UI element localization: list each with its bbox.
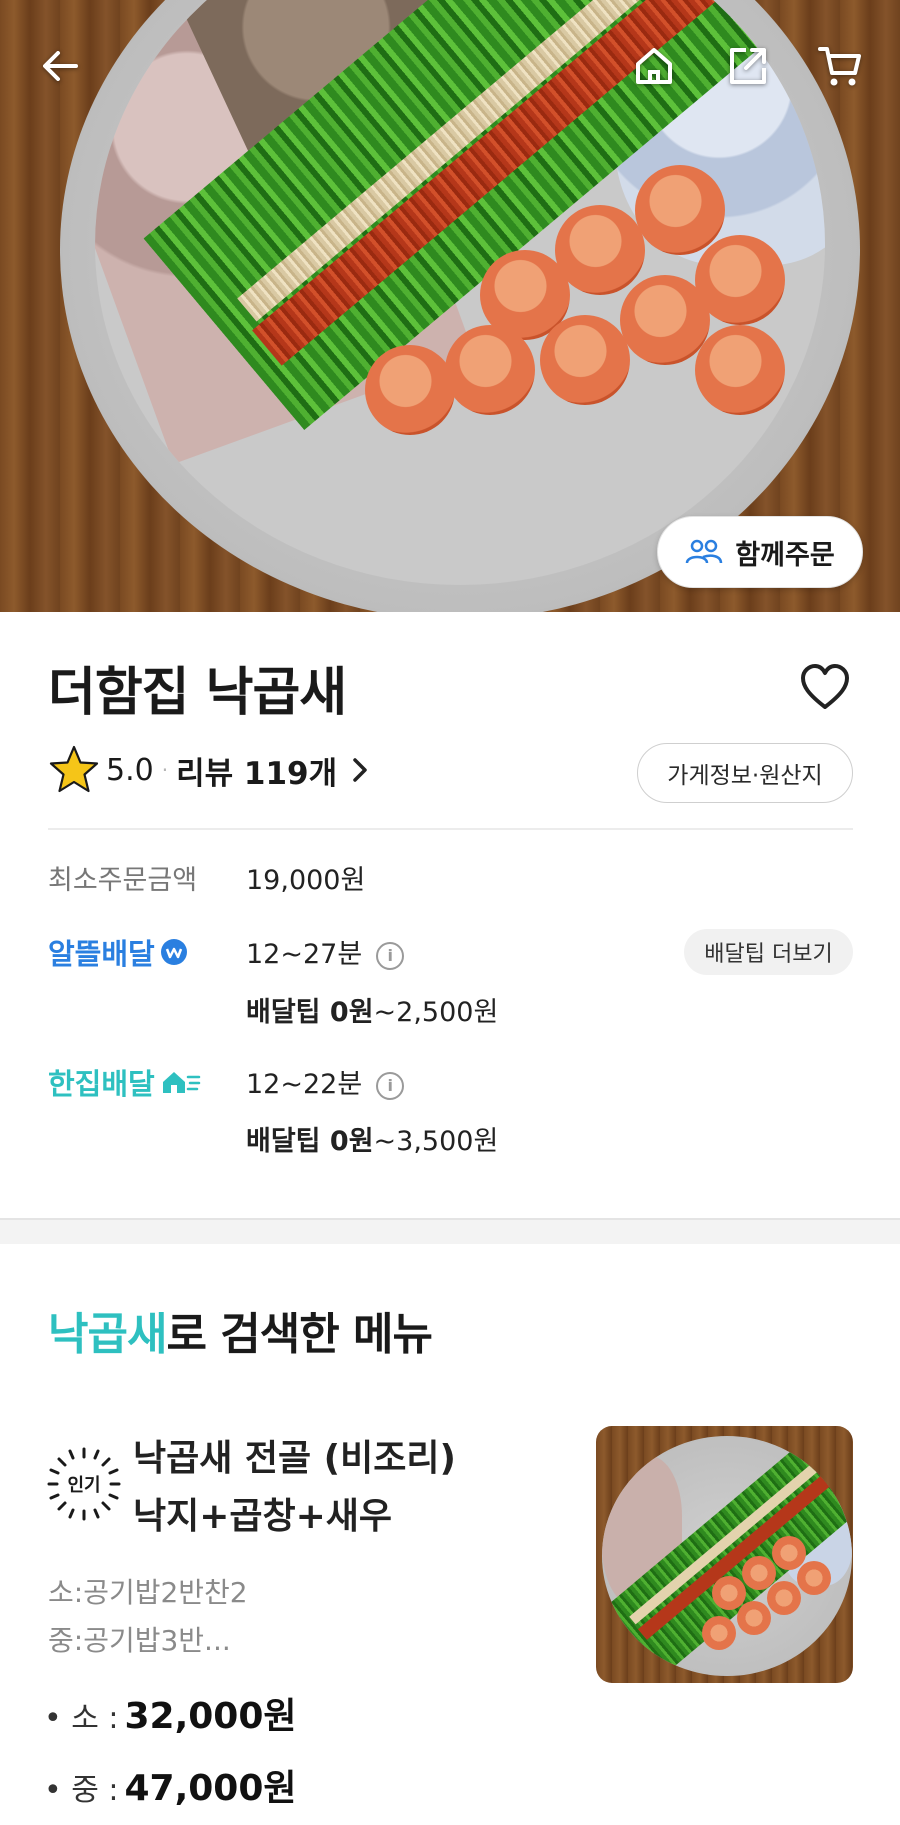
share-icon [730, 48, 766, 84]
cart-button[interactable] [810, 36, 870, 96]
menu-item-name[interactable]: 낙곱새 전골 (비조리) 낙지+곱창+새우 [133, 1430, 456, 1546]
price-size: • 소 : [44, 1701, 119, 1736]
separator-dot: · [161, 758, 169, 782]
section-divider [0, 1218, 900, 1244]
house-speed-icon [162, 1072, 200, 1093]
delivery-tip-free: 배달팁 0원 [246, 997, 374, 1028]
rating-score: 5.0 [106, 752, 154, 788]
menu-desc-line2: 중:공기밥3반... [48, 1624, 231, 1657]
heart-icon[interactable] [800, 663, 850, 711]
delivery-time: 12~27분 i [246, 932, 405, 971]
group-order-label: 함께주문 [735, 539, 835, 571]
delivery-brand-label: 알뜰배달 [48, 937, 155, 971]
price-size: • 중 : [44, 1773, 119, 1808]
delivery-time-value: 12~22분 [246, 1069, 363, 1100]
delivery-tip: 배달팁 0원~2,500원 [246, 990, 498, 1029]
menu-item-name-line1: 낙곱새 전골 (비조리) [133, 1438, 456, 1479]
menu-item-name-line2: 낙지+곱창+새우 [133, 1496, 393, 1537]
rating-row[interactable]: 5.0 · 리뷰 119개 [48, 745, 369, 795]
price-value: 32,000원 [124, 1696, 297, 1737]
thumbnail-food-image [602, 1436, 852, 1676]
price-row-small: • 소 : 32,000원 [44, 1687, 297, 1739]
delivery-tip-range: ~3,500원 [373, 1126, 499, 1157]
popular-badge-label: 인기 [67, 1475, 100, 1496]
home-icon [636, 48, 672, 84]
price-value: 47,000원 [124, 1768, 297, 1809]
popular-badge: 인기 [47, 1447, 121, 1521]
home-button[interactable] [624, 36, 684, 96]
group-order-button[interactable]: 함께주문 [657, 516, 863, 588]
delivery-brand-label: 한집배달 [48, 1067, 155, 1101]
review-count: 리뷰 119개 [176, 755, 338, 792]
chevron-right-icon [353, 758, 367, 782]
delivery-tip-free: 배달팁 0원 [246, 1126, 374, 1157]
section-title-rest: 로 검색한 메뉴 [166, 1309, 433, 1360]
cart-icon [818, 47, 861, 86]
delivery-tip: 배달팁 0원~3,500원 [246, 1119, 498, 1158]
min-order-label: 최소주문금액 [48, 865, 198, 896]
section-title-keyword: 낙곱새 [48, 1309, 167, 1360]
menu-item-thumbnail[interactable] [596, 1426, 853, 1683]
share-button[interactable] [718, 36, 778, 96]
section-title: 낙곱새로 검색한 메뉴 [48, 1298, 433, 1362]
price-row-medium: • 중 : 47,000원 [44, 1759, 297, 1811]
people-icon [686, 539, 723, 564]
store-info-button[interactable]: 가게정보·원산지 [637, 743, 853, 803]
delivery-time-value: 12~27분 [246, 939, 363, 970]
arrow-left-icon [43, 51, 78, 81]
delivery-time: 12~22분 i [246, 1062, 405, 1101]
delivery-brand-alddeul: 알뜰배달 [48, 931, 189, 973]
back-button[interactable] [30, 36, 90, 96]
divider [48, 828, 853, 830]
hero-image: 함께주문 [0, 0, 900, 612]
info-icon[interactable]: i [376, 941, 405, 970]
delivery-brand-hanjip: 한집배달 [48, 1061, 201, 1103]
tip-more-button[interactable]: 배달팁 더보기 [684, 929, 853, 975]
store-name: 더함집 낙곱새 [48, 663, 347, 723]
alddeul-badge-icon [160, 939, 187, 965]
info-icon[interactable]: i [376, 1071, 405, 1100]
star-icon [49, 745, 99, 793]
menu-desc-line1: 소:공기밥2반찬2 [48, 1576, 248, 1609]
menu-item-description: 소:공기밥2반찬2 중:공기밥3반... [48, 1569, 248, 1665]
delivery-tip-range: ~2,500원 [373, 997, 499, 1028]
min-order-value: 19,000원 [246, 865, 366, 896]
